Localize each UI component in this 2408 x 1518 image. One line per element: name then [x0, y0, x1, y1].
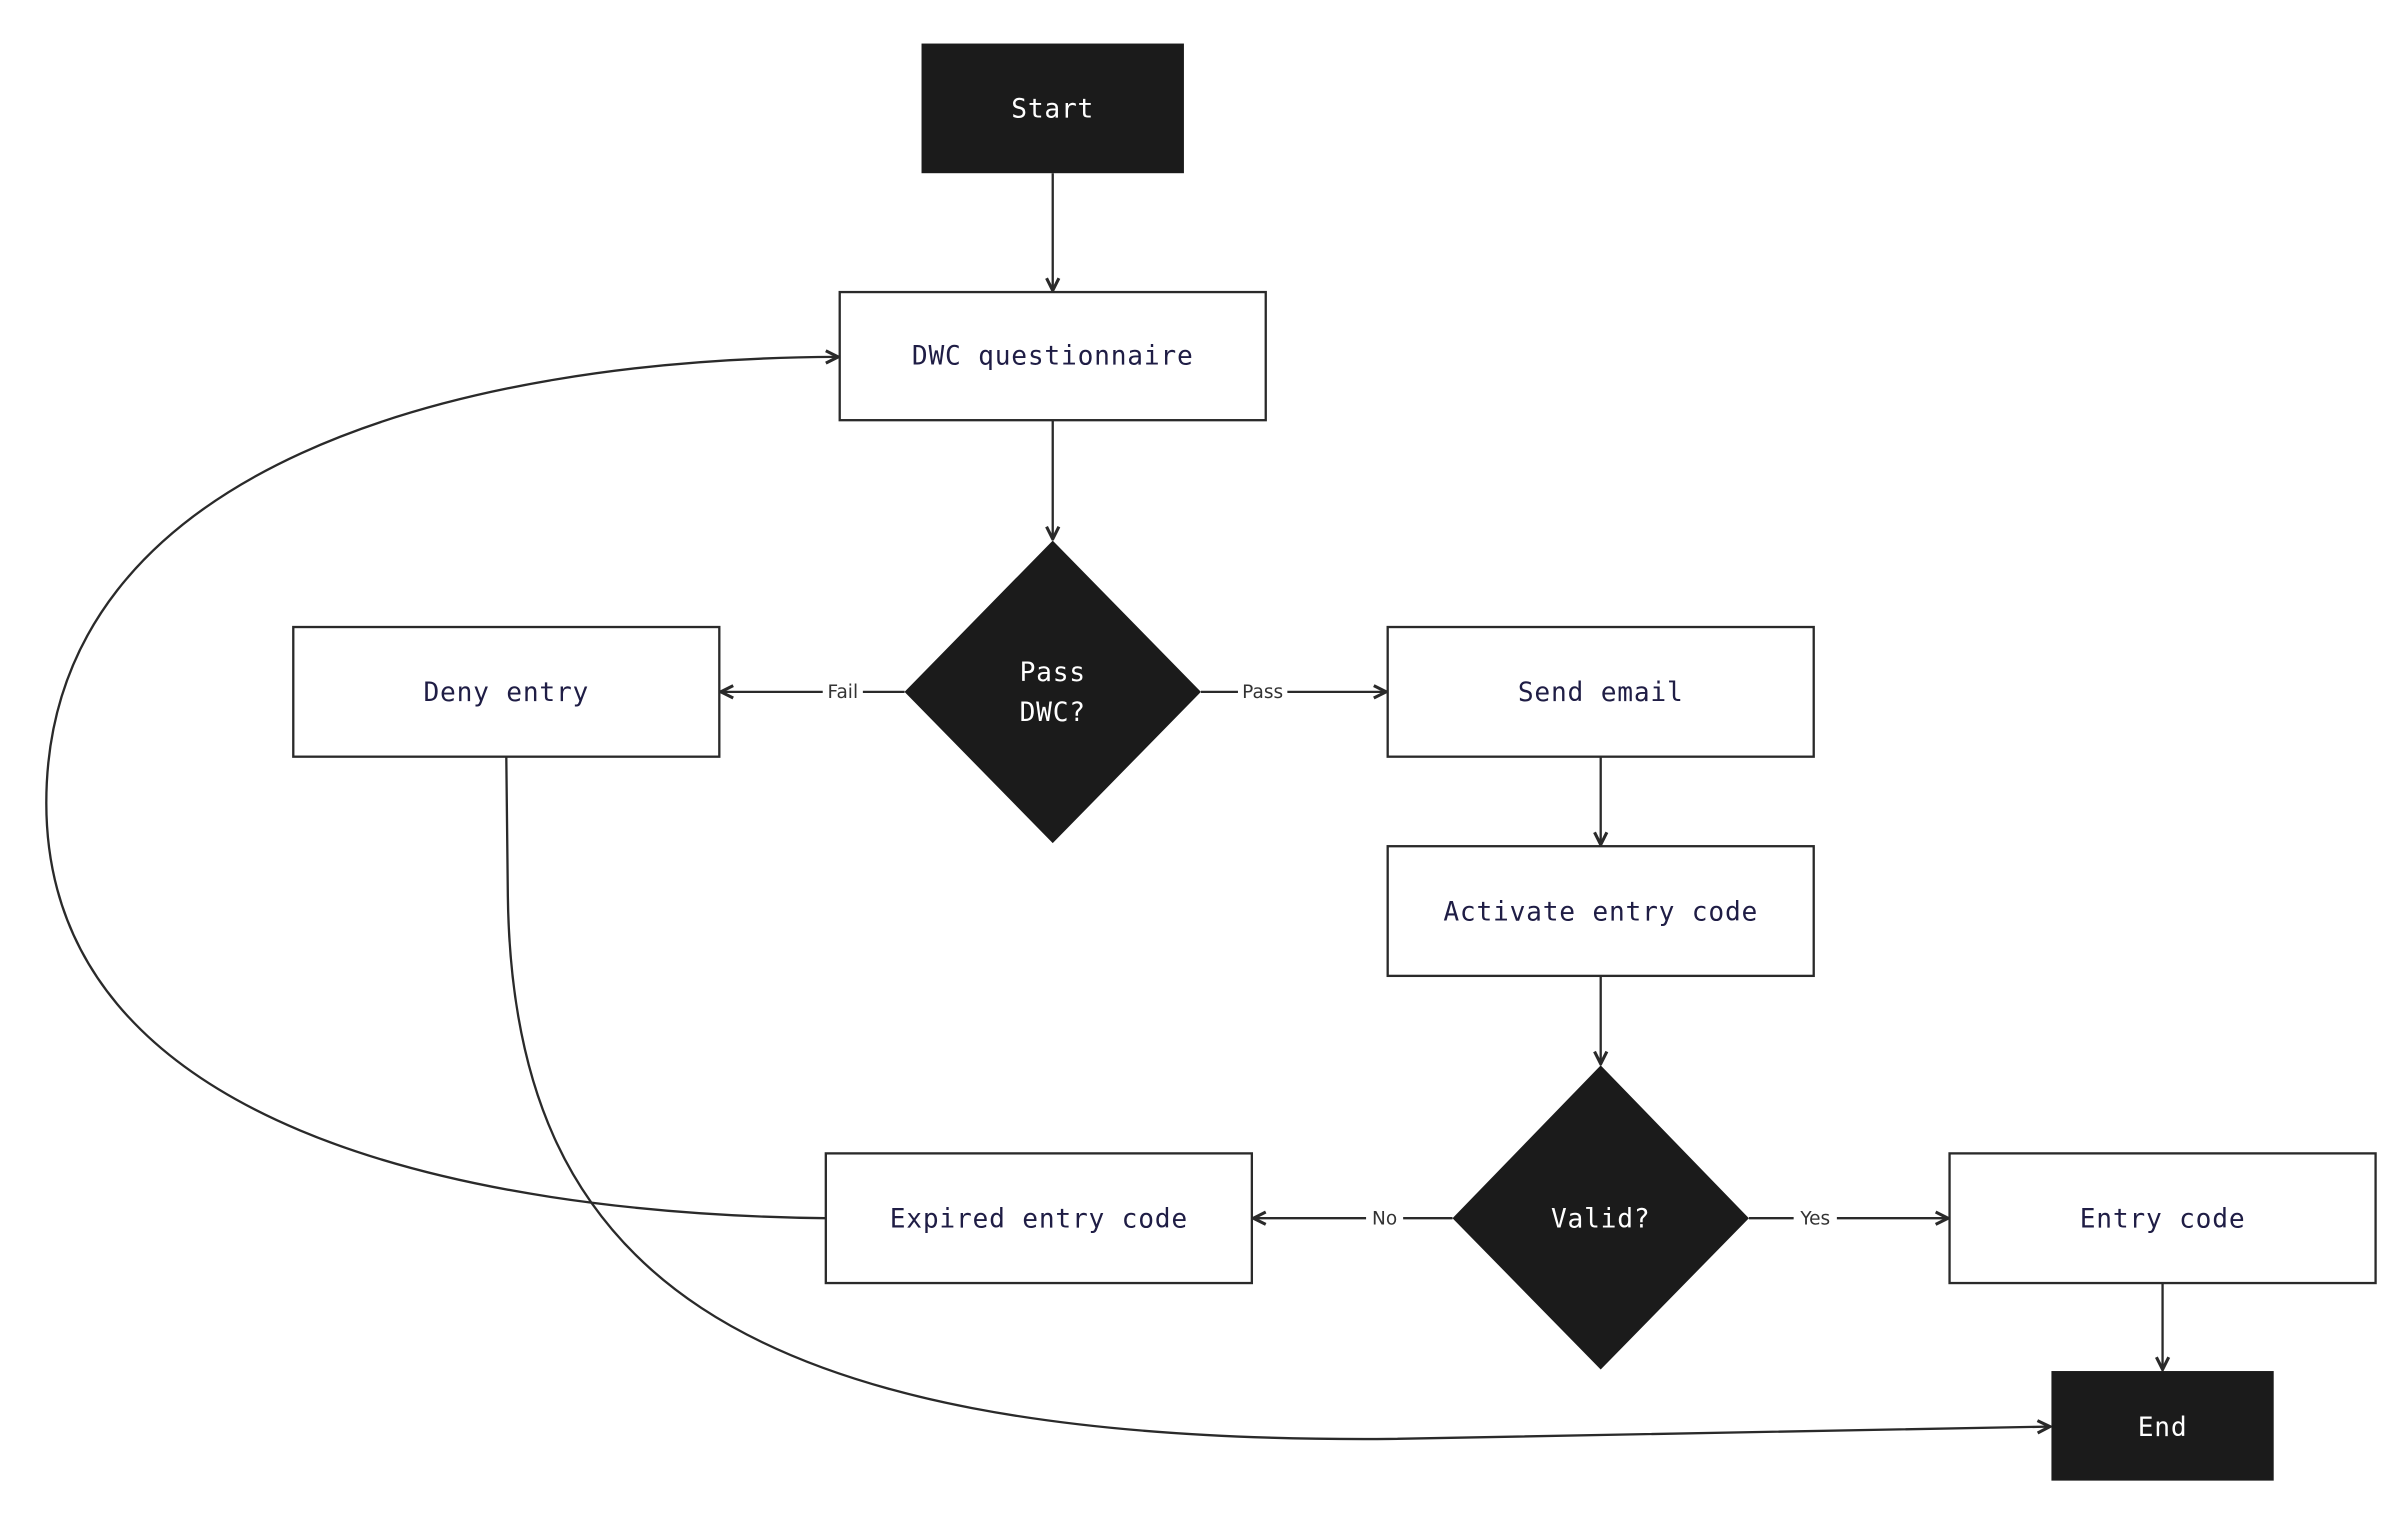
decision-pass-dwc[interactable]: Pass DWC?	[904, 540, 1201, 844]
edge-deny-end	[505, 756, 2048, 1441]
flowchart: Fail Pass No Yes Start DWC questionnaire…	[45, 43, 2377, 1481]
node-entry-code[interactable]: Entry code	[1948, 1152, 2377, 1285]
node-activate-entry-code[interactable]: Activate entry code	[1386, 845, 1815, 978]
node-deny-entry[interactable]: Deny entry	[292, 625, 721, 758]
decision-valid[interactable]: Valid?	[1452, 1065, 1749, 1370]
edge-label-no: No	[1372, 1208, 1397, 1229]
decision-pass-dwc-label-1: Pass	[1020, 658, 1086, 688]
node-end[interactable]: End	[2051, 1371, 2274, 1481]
node-start-label: Start	[1011, 95, 1094, 125]
node-send-email[interactable]: Send email	[1386, 625, 1815, 758]
edge-label-yes: Yes	[1799, 1208, 1830, 1229]
node-send-email-label: Send email	[1518, 678, 1684, 708]
node-start[interactable]: Start	[921, 43, 1184, 174]
node-expired-entry-code-label: Expired entry code	[890, 1204, 1188, 1234]
node-deny-entry-label: Deny entry	[423, 678, 589, 708]
node-activate-entry-code-label: Activate entry code	[1443, 897, 1758, 927]
node-entry-code-label: Entry code	[2080, 1204, 2246, 1234]
node-questionnaire-label: DWC questionnaire	[912, 342, 1194, 372]
edge-expired-questionnaire	[45, 357, 836, 1220]
edge-label-pass: Pass	[1242, 682, 1283, 703]
edge-label-fail: Fail	[828, 682, 859, 703]
decision-valid-label: Valid?	[1551, 1204, 1650, 1234]
node-questionnaire[interactable]: DWC questionnaire	[838, 290, 1267, 422]
node-expired-entry-code[interactable]: Expired entry code	[824, 1152, 1254, 1285]
decision-pass-dwc-label-2: DWC?	[1020, 698, 1086, 728]
node-end-label: End	[2138, 1413, 2188, 1443]
